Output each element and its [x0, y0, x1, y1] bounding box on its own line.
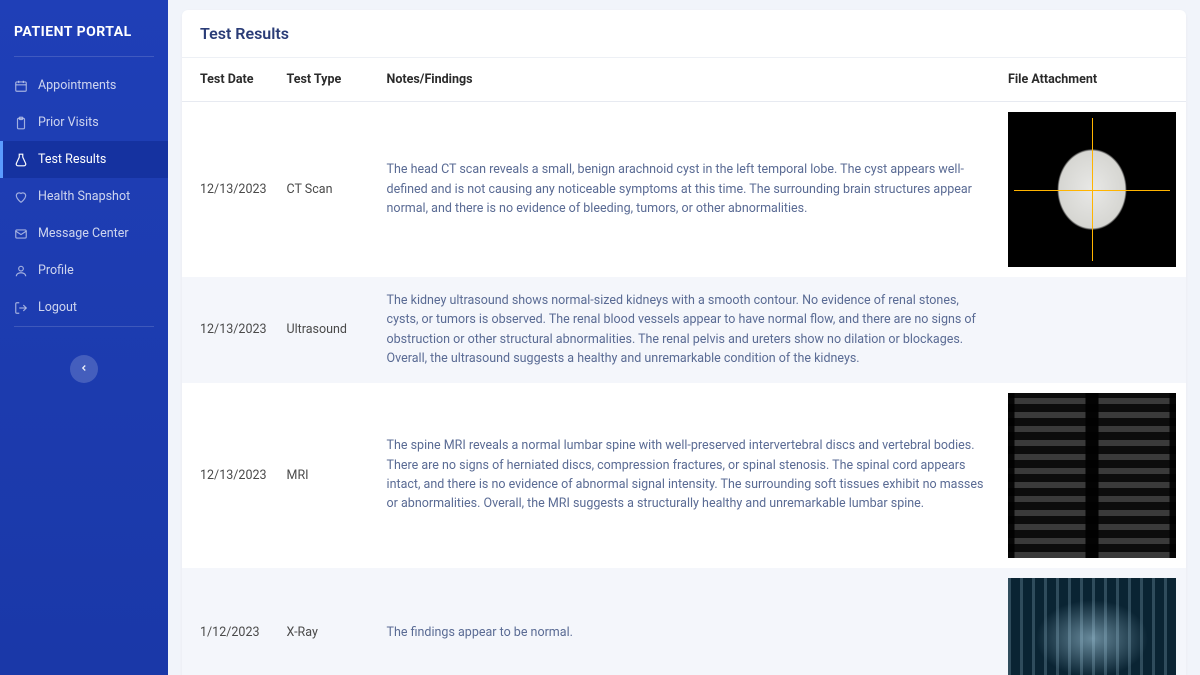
- cell-date: 12/13/2023: [182, 383, 277, 568]
- cell-file: [998, 102, 1186, 278]
- cell-type: MRI: [277, 383, 377, 568]
- chevron-left-icon: [79, 362, 89, 377]
- sidebar-item-label: Prior Visits: [38, 115, 99, 130]
- cell-file: [998, 383, 1186, 568]
- attachment-thumbnail[interactable]: [1008, 578, 1176, 675]
- cell-notes: The kidney ultrasound shows normal-sized…: [377, 277, 998, 383]
- col-header-notes[interactable]: Notes/Findings: [377, 58, 998, 102]
- logout-icon: [14, 301, 28, 315]
- sidebar-item-message-center[interactable]: Message Center: [0, 215, 168, 252]
- main-content: Test Results Test Date Test Type Notes/F…: [168, 0, 1200, 675]
- user-icon: [14, 264, 28, 278]
- envelope-icon: [14, 227, 28, 241]
- app-title: PATIENT PORTAL: [0, 12, 168, 56]
- attachment-thumbnail[interactable]: [1008, 393, 1176, 558]
- cell-type: Ultrasound: [277, 277, 377, 383]
- sidebar-item-label: Test Results: [38, 152, 106, 167]
- sidebar-item-label: Health Snapshot: [38, 189, 130, 204]
- cell-file: [998, 568, 1186, 675]
- cell-notes: The findings appear to be normal.: [377, 568, 998, 675]
- collapse-sidebar-button[interactable]: [70, 355, 98, 383]
- attachment-thumbnail[interactable]: [1008, 112, 1176, 267]
- table-row: 12/13/2023UltrasoundThe kidney ultrasoun…: [182, 277, 1186, 383]
- cell-file: [998, 277, 1186, 383]
- table-row: 12/13/2023CT ScanThe head CT scan reveal…: [182, 102, 1186, 278]
- sidebar-item-label: Logout: [38, 300, 77, 315]
- cell-type: CT Scan: [277, 102, 377, 278]
- cell-date: 1/12/2023: [182, 568, 277, 675]
- flask-icon: [14, 153, 28, 167]
- col-header-type[interactable]: Test Type: [277, 58, 377, 102]
- sidebar-nav: Appointments Prior Visits Test Results Heal…: [0, 67, 168, 326]
- cell-notes: The spine MRI reveals a normal lumbar sp…: [377, 383, 998, 568]
- cell-notes: The head CT scan reveals a small, benign…: [377, 102, 998, 278]
- sidebar-item-label: Profile: [38, 263, 74, 278]
- sidebar: PATIENT PORTAL Appointments Prior Visits T…: [0, 0, 168, 675]
- clipboard-icon: [14, 116, 28, 130]
- heart-icon: [14, 190, 28, 204]
- table-row: 12/13/2023MRIThe spine MRI reveals a nor…: [182, 383, 1186, 568]
- page-title: Test Results: [182, 10, 1186, 58]
- divider: [14, 326, 154, 327]
- sidebar-item-appointments[interactable]: Appointments: [0, 67, 168, 104]
- table-header-row: Test Date Test Type Notes/Findings File …: [182, 58, 1186, 102]
- test-results-card: Test Results Test Date Test Type Notes/F…: [182, 10, 1186, 675]
- divider: [14, 56, 154, 57]
- col-header-date[interactable]: Test Date: [182, 58, 277, 102]
- cell-type: X-Ray: [277, 568, 377, 675]
- sidebar-item-logout[interactable]: Logout: [0, 289, 168, 326]
- test-results-table: Test Date Test Type Notes/Findings File …: [182, 58, 1186, 675]
- table-row: 1/12/2023X-RayThe findings appear to be …: [182, 568, 1186, 675]
- sidebar-item-test-results[interactable]: Test Results: [0, 141, 168, 178]
- sidebar-item-profile[interactable]: Profile: [0, 252, 168, 289]
- sidebar-item-label: Message Center: [38, 226, 129, 241]
- calendar-icon: [14, 79, 28, 93]
- sidebar-item-prior-visits[interactable]: Prior Visits: [0, 104, 168, 141]
- sidebar-item-health-snapshot[interactable]: Health Snapshot: [0, 178, 168, 215]
- cell-date: 12/13/2023: [182, 102, 277, 278]
- sidebar-item-label: Appointments: [38, 78, 116, 93]
- cell-date: 12/13/2023: [182, 277, 277, 383]
- col-header-file[interactable]: File Attachment: [998, 58, 1186, 102]
